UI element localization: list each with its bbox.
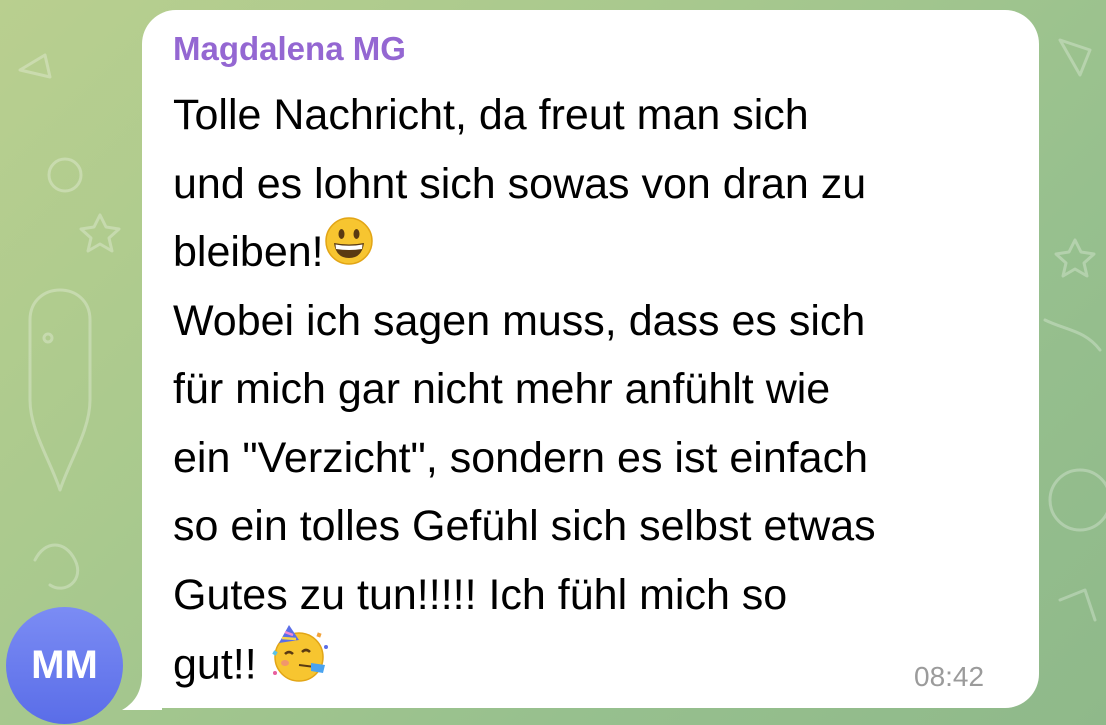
message-timestamp: 08:42 <box>914 661 985 692</box>
avatar-initials: MM <box>31 643 98 687</box>
message-line: so ein tolles Gefühl sich selbst etwas <box>173 502 876 550</box>
message-line: bleiben! <box>173 228 324 276</box>
message-line: Wobei ich sagen muss, dass es sich <box>173 296 866 345</box>
message-line-with-emoji: gut!! <box>173 625 876 698</box>
message-line: für mich gar nicht mehr anfühlt wie <box>173 365 831 413</box>
message-line: und es lohnt sich sowas von dran zu <box>173 159 867 208</box>
grinning-face-emoji-icon <box>324 216 374 287</box>
message-text: Tolle Nachricht, da freut man sich und e… <box>173 81 876 698</box>
message-line: Gutes zu tun!!!!! Ich fühl mich so <box>173 570 788 619</box>
partying-face-emoji-icon <box>269 623 331 706</box>
message-line-with-emoji: bleiben! <box>173 216 876 287</box>
sender-name[interactable]: Magdalena MG <box>173 30 406 68</box>
avatar[interactable]: MM <box>6 607 123 724</box>
message-line: Tolle Nachricht, da freut man sich <box>173 91 809 139</box>
message-line: gut!! <box>173 640 257 689</box>
message-line: ein "Verzicht", sondern es ist einfach <box>173 433 869 482</box>
